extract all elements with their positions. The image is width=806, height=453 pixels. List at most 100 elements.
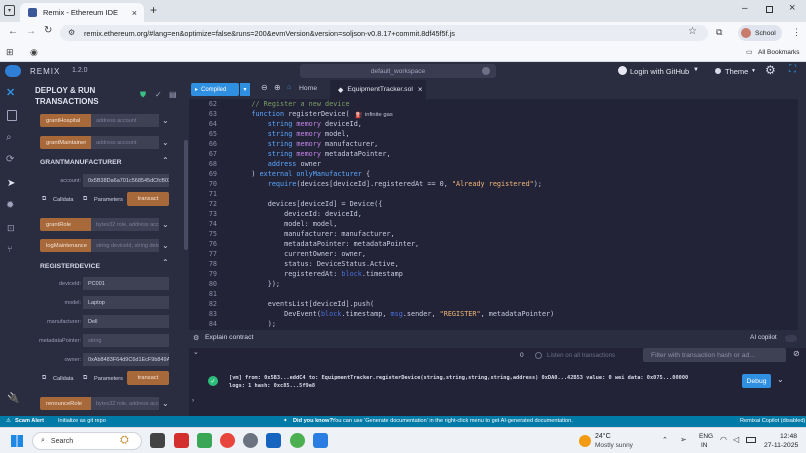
settings-app-icon[interactable] — [243, 433, 258, 448]
deploy-run-icon[interactable]: ➤ — [7, 178, 15, 189]
tray-chevron-icon[interactable]: ⌃ — [662, 436, 668, 444]
parameters-copy-icon[interactable]: ⧉ — [83, 196, 87, 203]
clock-date[interactable]: 27-11-2025 — [764, 442, 798, 449]
widget-image-icon[interactable]: ⛭ — [120, 434, 129, 447]
rd-parameters-copy-icon[interactable]: ⧉ — [83, 375, 87, 382]
grant-maintainer-button[interactable]: grantMaintainer — [40, 136, 91, 149]
git-icon[interactable]: ⑂ — [7, 244, 12, 254]
solidity-compiler-icon[interactable]: ⟳ — [6, 154, 14, 165]
expand-tx-icon[interactable]: ⌄ — [777, 375, 784, 384]
chrome-icon[interactable] — [220, 433, 235, 448]
plugin-icon[interactable]: ⊡ — [7, 223, 15, 234]
file-explorer-icon[interactable] — [7, 110, 17, 121]
workspace-selector[interactable]: default_workspace — [300, 64, 496, 78]
panel-docs-icon[interactable]: ✓ — [155, 90, 162, 99]
account-input[interactable]: 0x5B38Da6a701c568545dCfcB03FcB875f56bedd… — [83, 174, 169, 187]
fullscreen-icon[interactable]: ⛶ — [789, 64, 796, 75]
debug-button[interactable]: Debug — [742, 374, 771, 388]
forward-icon[interactable]: → — [26, 26, 36, 37]
chrome-profile-icon[interactable] — [290, 433, 305, 448]
login-github-button[interactable]: Login with GitHub — [630, 67, 689, 76]
wifi-icon[interactable]: ◠ — [720, 435, 727, 444]
language-line2[interactable]: IN — [701, 442, 708, 449]
log-maintenance-input[interactable]: string deviceId, string detail — [91, 239, 159, 252]
compile-dropdown-button[interactable]: ▼ — [240, 83, 250, 96]
debugger-icon[interactable]: ✹ — [6, 200, 14, 211]
search-files-icon[interactable]: ⌕ — [6, 132, 12, 143]
listen-checkbox[interactable] — [535, 352, 542, 359]
renounce-role-expand-icon[interactable]: ⌄ — [162, 399, 169, 408]
grant-hospital-button[interactable]: grantHospital — [40, 114, 91, 127]
ai-copilot-toggle[interactable] — [785, 335, 797, 342]
globe-icon[interactable]: ◉ — [30, 47, 38, 58]
renounce-role-input[interactable]: bytes32 role, address account — [91, 397, 159, 410]
close-tab-icon[interactable]: × — [132, 8, 137, 18]
grant-role-button[interactable]: grantRole — [40, 218, 91, 231]
apps-grid-icon[interactable]: ⊞ — [6, 47, 14, 58]
model-input[interactable]: Laptop — [83, 296, 169, 309]
panel-toggle-icon[interactable]: ▤ — [169, 90, 177, 99]
remix-home-icon[interactable]: ✕ — [6, 86, 15, 99]
close-file-tab-icon[interactable]: × — [418, 85, 423, 94]
file-tab-equipmenttracker[interactable]: ◆ EquipmentTracker.sol × — [330, 80, 426, 99]
editor-scrollbar[interactable] — [798, 99, 806, 330]
all-bookmarks-icon[interactable]: ▭ — [746, 48, 753, 56]
explain-contract-button[interactable]: Explain contract — [205, 334, 253, 341]
tray-send-icon[interactable]: ➢ — [680, 435, 687, 444]
gm-transact-button[interactable]: transact — [127, 192, 169, 206]
minimize-icon[interactable]: – — [742, 3, 748, 14]
outlook-icon[interactable] — [266, 433, 281, 448]
url-field[interactable]: ⚙ remix.ethereum.org/#lang=en&optimize=f… — [60, 25, 708, 41]
calculator-icon[interactable] — [313, 433, 328, 448]
scam-alert-link[interactable]: Scam Alert — [15, 418, 44, 424]
battery-icon[interactable] — [746, 437, 756, 443]
login-dropdown-icon[interactable]: ▼ — [693, 67, 699, 73]
clock-time[interactable]: 12:48 — [780, 433, 797, 440]
site-info-icon[interactable]: ⚙ — [68, 28, 75, 37]
registerdevice-collapse-icon[interactable]: ⌃ — [162, 258, 169, 267]
home-tab[interactable]: Home — [299, 85, 317, 92]
clear-terminal-icon[interactable]: ⊘ — [793, 349, 800, 358]
grant-role-expand-icon[interactable]: ⌄ — [162, 220, 169, 229]
calldata-button[interactable]: Calldata — [53, 197, 74, 203]
rd-calldata-copy-icon[interactable]: ⧉ — [42, 375, 46, 382]
rd-parameters-button[interactable]: Parameters — [94, 376, 123, 382]
profile-button[interactable]: School — [738, 25, 782, 41]
git-init-link[interactable]: Initialize as git repo — [58, 418, 106, 424]
theme-dropdown-icon[interactable]: ▼ — [751, 68, 756, 74]
grantmanufacturer-collapse-icon[interactable]: ⌃ — [162, 156, 169, 165]
remixai-copilot-status[interactable]: Remixai Copilot (disabled) — [740, 418, 805, 424]
taskbar-app-icon-3[interactable] — [197, 433, 212, 448]
grant-maintainer-input[interactable]: address account — [91, 136, 159, 149]
reload-icon[interactable]: ↻ — [44, 25, 52, 36]
windows-start-icon[interactable] — [11, 435, 23, 447]
extensions-icon[interactable]: ⧉ — [716, 27, 722, 38]
volume-icon[interactable]: ◁ — [733, 435, 739, 444]
back-icon[interactable]: ← — [8, 26, 18, 37]
grant-role-input[interactable]: bytes32 role, address account — [91, 218, 159, 231]
rd-calldata-button[interactable]: Calldata — [53, 376, 74, 382]
grant-hospital-expand-icon[interactable]: ⌄ — [162, 116, 169, 125]
manufacturer-input[interactable]: Dell — [83, 315, 169, 328]
code-editor[interactable]: 62 // Register a new device 63 function r… — [189, 99, 806, 330]
grant-maintainer-expand-icon[interactable]: ⌄ — [162, 138, 169, 147]
close-window-icon[interactable]: × — [789, 2, 795, 14]
grant-hospital-input[interactable]: address account — [91, 114, 159, 127]
terminal-collapse-icon[interactable]: ⌄ — [193, 348, 199, 356]
browser-tab[interactable]: Remix - Ethereum IDE × — [20, 3, 144, 22]
log-maintenance-expand-icon[interactable]: ⌄ — [162, 241, 169, 250]
restore-icon[interactable] — [766, 6, 773, 13]
metadata-pointer-input[interactable]: string — [83, 334, 169, 347]
terminal-filter-input[interactable]: Filter with transaction hash or ad... — [643, 348, 786, 362]
taskbar-app-icon-1[interactable] — [150, 433, 165, 448]
log-maintenance-button[interactable]: logMaintenance — [40, 239, 91, 252]
theme-button[interactable]: Theme — [725, 67, 748, 76]
rd-transact-button[interactable]: transact — [127, 371, 169, 385]
language-line1[interactable]: ENG — [699, 433, 713, 440]
device-id-input[interactable]: PC001 — [83, 277, 169, 290]
calldata-copy-icon[interactable]: ⧉ — [42, 196, 46, 203]
taskbar-app-icon-2[interactable] — [174, 433, 189, 448]
tx-log-line1[interactable]: [vm] from: 0x5B3...eddC4 to: EquipmentTr… — [229, 375, 688, 381]
all-bookmarks-label[interactable]: All Bookmarks — [758, 49, 800, 56]
new-tab-icon[interactable]: + — [150, 3, 157, 17]
